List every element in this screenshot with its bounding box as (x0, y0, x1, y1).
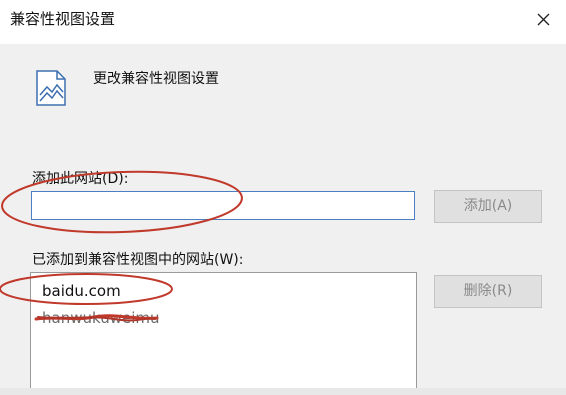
close-icon (537, 13, 550, 26)
redaction-scribble (34, 314, 159, 322)
site-list[interactable]: baidu.com hanwukuweimu (30, 272, 417, 395)
title-bar: 兼容性视图设置 (0, 0, 566, 44)
window-title: 兼容性视图设置 (10, 10, 116, 28)
compatibility-view-dialog: 兼容性视图设置 更改兼容性视图设置 添加此网站(D): 添加(A) 已添加到兼容… (0, 0, 566, 395)
remove-button[interactable]: 删除(R) (434, 275, 542, 308)
compatibility-view-icon (34, 68, 68, 108)
add-site-label: 添加此网站(D): (32, 171, 129, 187)
bottom-edge (0, 388, 566, 395)
list-item[interactable]: baidu.com (42, 281, 121, 301)
add-button[interactable]: 添加(A) (434, 190, 542, 223)
dialog-heading: 更改兼容性视图设置 (93, 71, 219, 87)
add-site-input[interactable] (31, 191, 415, 220)
site-list-label: 已添加到兼容性视图中的网站(W): (32, 252, 244, 268)
close-button[interactable] (528, 6, 558, 34)
